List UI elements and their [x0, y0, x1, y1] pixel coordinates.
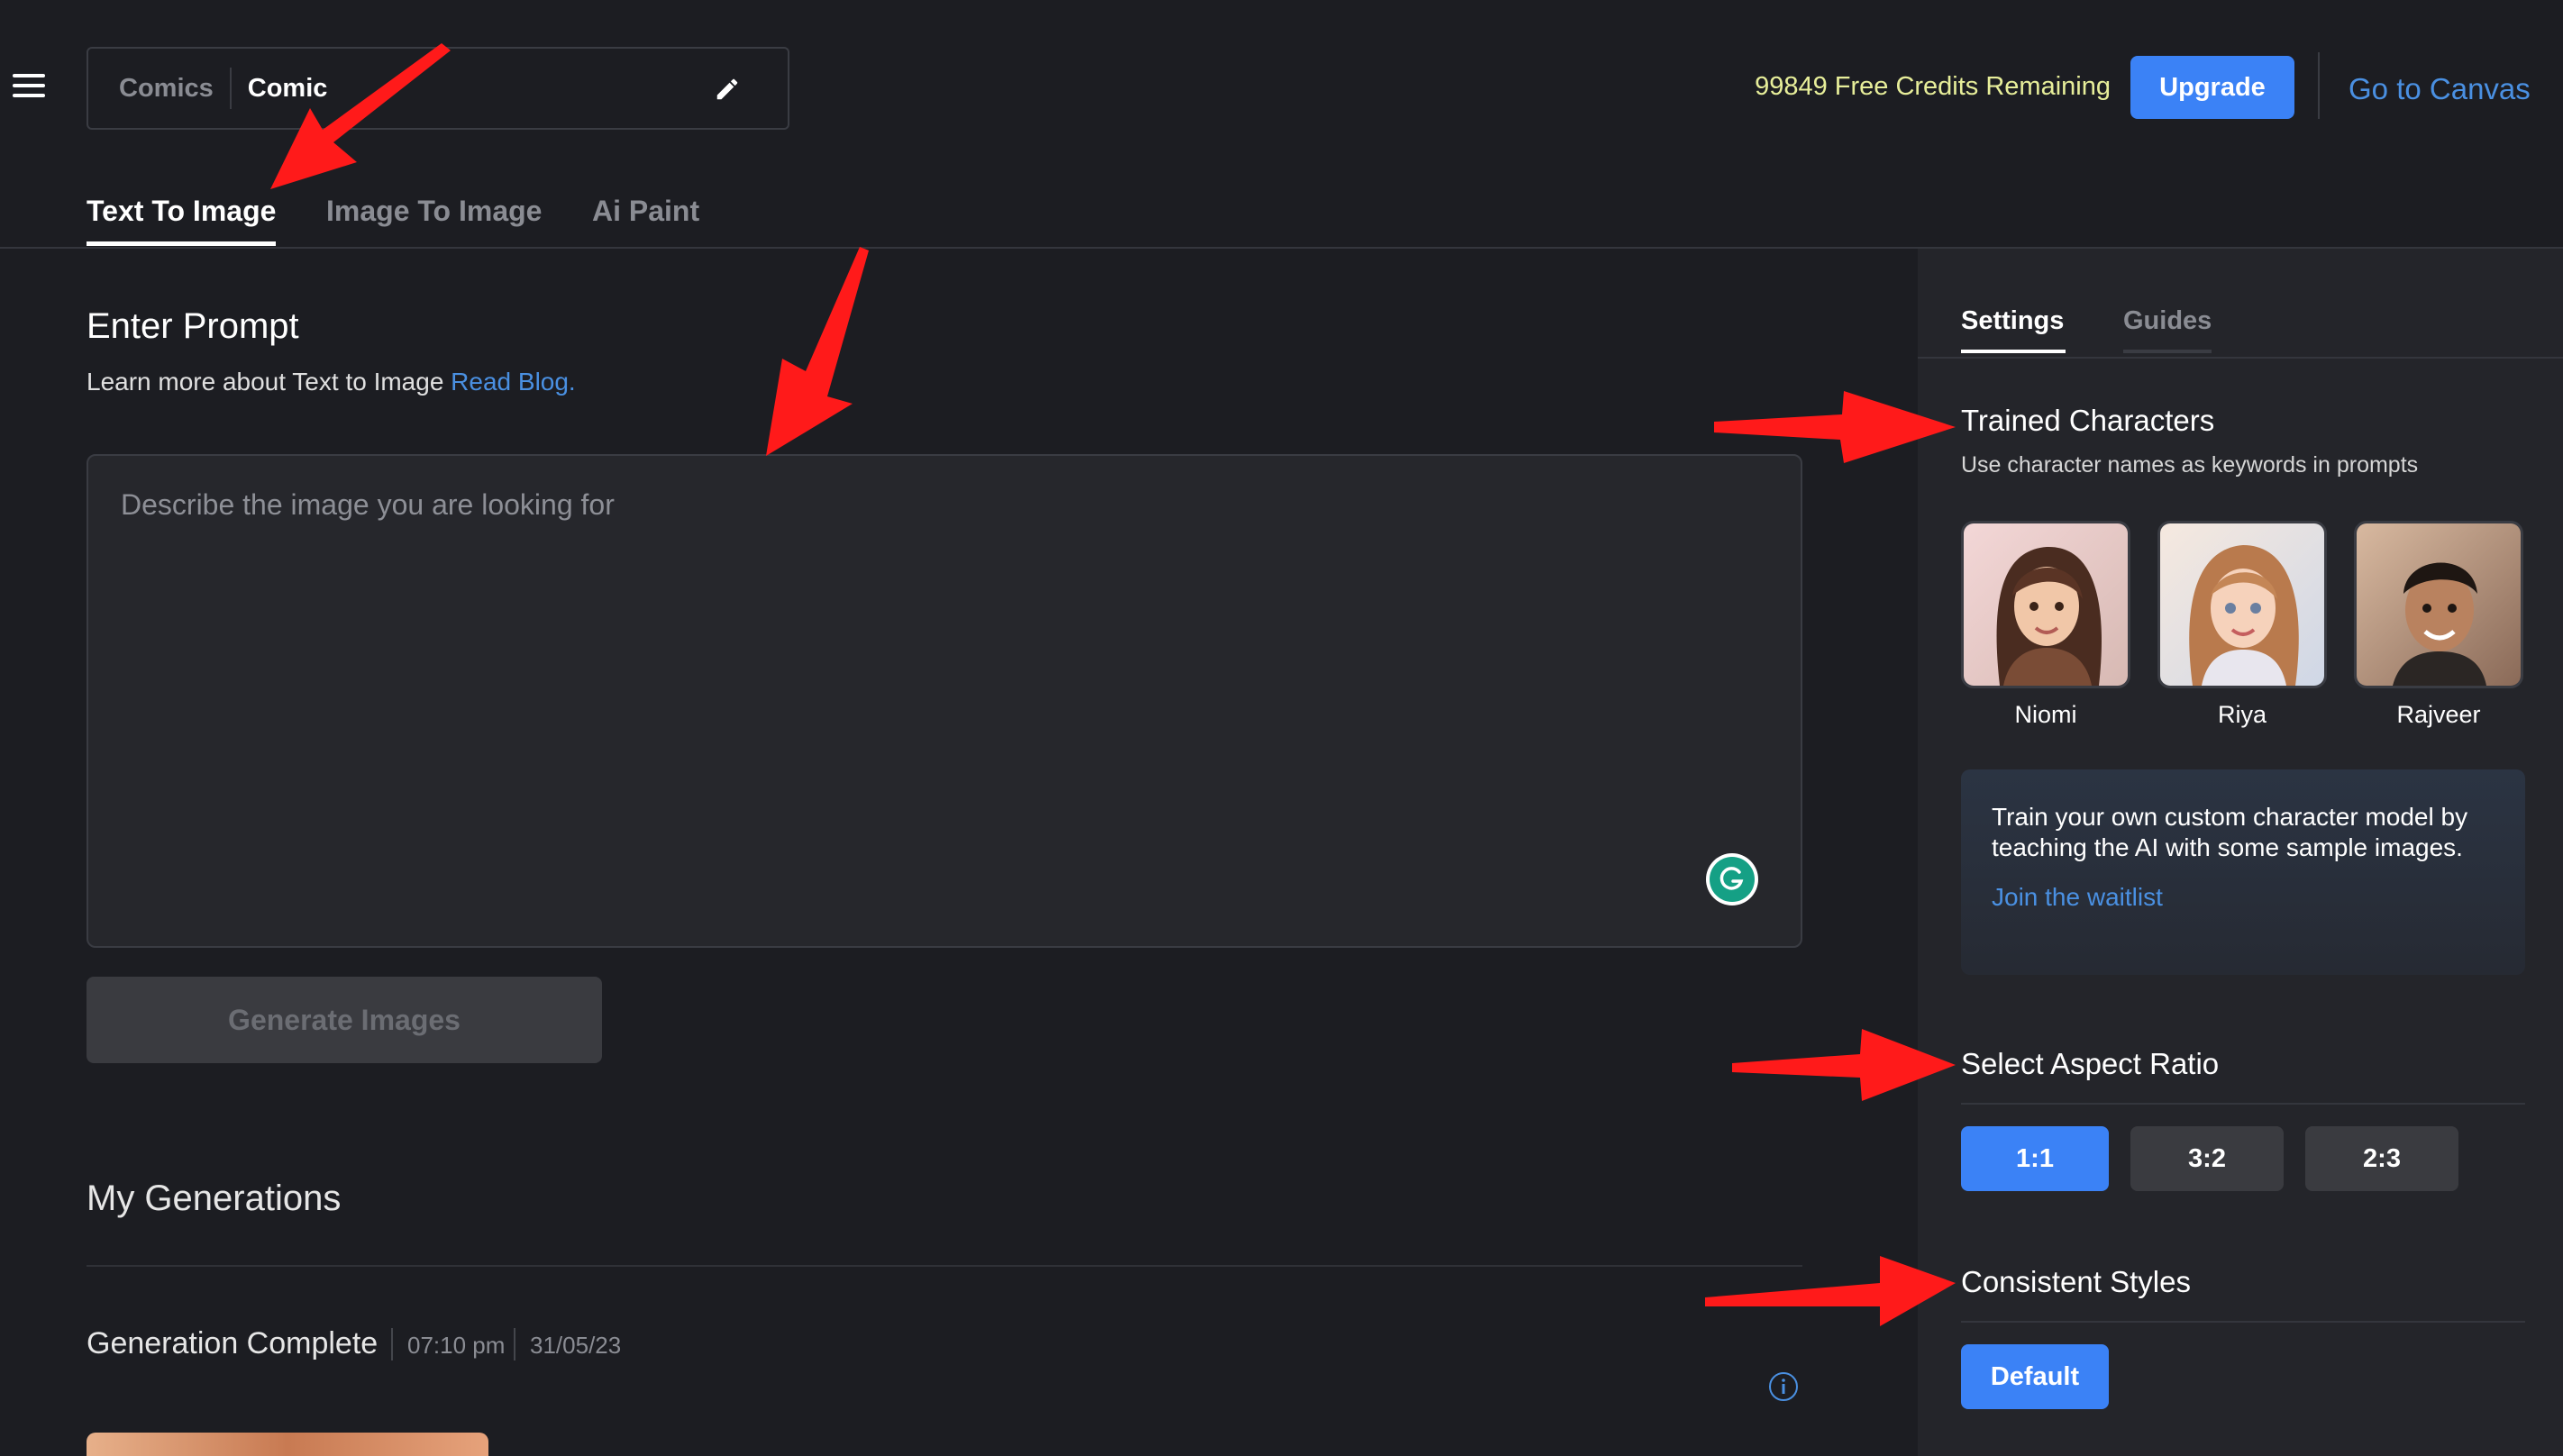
menu-icon[interactable] [13, 74, 45, 101]
prompt-title: Enter Prompt [87, 306, 299, 346]
prompt-input[interactable] [87, 454, 1802, 948]
upgrade-button[interactable]: Upgrade [2130, 56, 2294, 119]
character-name: Rajveer [2396, 701, 2481, 728]
active-tab-indicator [87, 241, 276, 246]
trained-characters-subtitle: Use character names as keywords in promp… [1961, 452, 2419, 478]
generation-time: 07:10 pm [407, 1332, 506, 1359]
aspect-ratio-2-3-button[interactable]: 2:3 [2305, 1126, 2458, 1191]
character-card[interactable]: Riya [2157, 521, 2327, 729]
tab-image-to-image[interactable]: Image To Image [326, 195, 542, 228]
generation-date: 31/05/23 [530, 1332, 622, 1359]
aspect-ratio-title: Select Aspect Ratio [1961, 1047, 2220, 1080]
character-avatar [2157, 521, 2327, 688]
generate-images-button[interactable]: Generate Images [87, 977, 602, 1063]
character-avatar [2354, 521, 2523, 688]
generation-meta-divider [391, 1328, 393, 1360]
style-default-button[interactable]: Default [1961, 1344, 2109, 1409]
tab-text-to-image[interactable]: Text To Image [87, 195, 276, 228]
tab-ai-paint[interactable]: Ai Paint [592, 195, 699, 228]
character-avatar [1961, 521, 2130, 688]
character-card[interactable]: Rajveer [2354, 521, 2523, 729]
my-generations-title: My Generations [87, 1178, 342, 1218]
read-blog-link[interactable]: Read Blog. [451, 368, 576, 396]
character-name: Niomi [2014, 701, 2077, 728]
pencil-icon[interactable] [714, 76, 741, 103]
active-settings-tab-indicator [1961, 350, 2066, 353]
trained-characters-title: Trained Characters [1961, 404, 2215, 437]
breadcrumb-parent[interactable]: Comics [119, 74, 214, 104]
aspect-ratio-3-2-button[interactable]: 3:2 [2130, 1126, 2284, 1191]
grammarly-icon[interactable] [1705, 852, 1759, 906]
breadcrumb-current: Comic [247, 73, 328, 103]
inactive-tab-indicator [2123, 350, 2212, 353]
generation-meta-divider [514, 1328, 515, 1360]
prompt-subtitle: Learn more about Text to Image Read Blog… [87, 368, 576, 396]
styles-divider [1961, 1321, 2525, 1323]
join-waitlist-link[interactable]: Join the waitlist [1992, 883, 2495, 912]
go-to-canvas-link[interactable]: Go to Canvas [2349, 72, 2531, 106]
annotation-arrow [766, 247, 869, 456]
generation-thumbnail[interactable] [87, 1433, 488, 1456]
train-character-card: Train your own custom character model by… [1961, 769, 2525, 975]
generation-status: Generation Complete [87, 1326, 379, 1360]
settings-tabs-divider [1918, 357, 2563, 359]
tab-settings[interactable]: Settings [1961, 306, 2064, 336]
credits-remaining: 99849 Free Credits Remaining [1755, 72, 2111, 101]
character-card[interactable]: Niomi [1961, 521, 2130, 729]
generations-divider [87, 1265, 1802, 1267]
aspect-ratio-divider [1961, 1103, 2525, 1105]
breadcrumb-divider [229, 68, 232, 109]
breadcrumb: Comics Comic [87, 47, 789, 130]
tab-guides[interactable]: Guides [2123, 306, 2212, 336]
aspect-ratio-1-1-button[interactable]: 1:1 [1961, 1126, 2109, 1191]
consistent-styles-title: Consistent Styles [1961, 1265, 2191, 1298]
prompt-subtitle-text: Learn more about Text to Image [87, 368, 444, 396]
character-name: Riya [2217, 701, 2267, 728]
info-icon[interactable] [1768, 1371, 1799, 1402]
train-character-text: Train your own custom character model by… [1992, 803, 2468, 861]
header-divider-vertical [2318, 52, 2320, 119]
